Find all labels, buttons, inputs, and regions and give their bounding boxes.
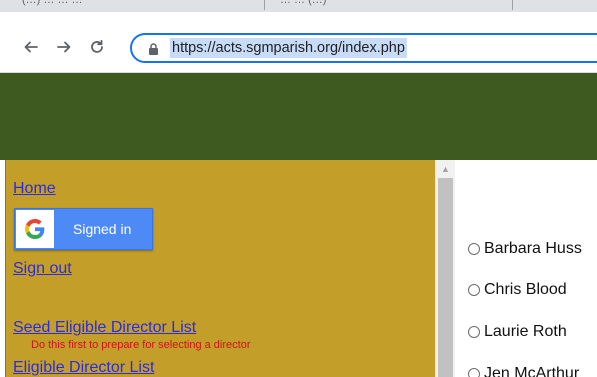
candidate-option[interactable]: Barbara Huss [468,239,582,259]
sign-out-link[interactable]: Sign out [13,260,72,278]
left-nav-panel: Home Signed in Sign out Seed Eligible Di… [5,160,456,377]
candidate-name: Chris Blood [484,281,567,298]
scroll-up-arrow-icon[interactable]: ▲ [436,160,455,177]
tab-separator [264,0,265,10]
forward-arrow-icon[interactable] [53,36,75,58]
candidate-option[interactable]: Chris Blood [468,280,567,300]
home-link[interactable]: Home [13,180,56,198]
tab-strip: (…) … … … … … (…) [0,0,597,12]
google-signin-button[interactable]: Signed in [14,208,153,250]
reload-icon[interactable] [86,36,108,58]
scrollbar-thumb[interactable] [438,178,453,377]
radio-button[interactable] [468,368,480,377]
candidate-name: Barbara Huss [484,240,582,257]
candidate-name: Laurie Roth [484,323,567,340]
address-bar[interactable]: https://acts.sgmparish.org/index.php [130,33,597,63]
back-arrow-icon[interactable] [20,36,42,58]
tab-second[interactable]: … … (…) [280,0,326,12]
eligible-director-list-link[interactable]: Eligible Director List [13,359,154,377]
url-text[interactable]: https://acts.sgmparish.org/index.php [170,38,407,58]
radio-button[interactable] [468,243,480,255]
google-g-icon [16,210,54,248]
seed-director-list-link[interactable]: Seed Eligible Director List [13,319,196,337]
google-signin-label: Signed in [73,221,132,237]
radio-button[interactable] [468,326,480,338]
lock-icon[interactable] [148,42,159,55]
radio-button[interactable] [468,284,480,296]
candidate-name: Jen McArthur [484,365,580,377]
seed-hint-text: Do this first to prepare for selecting a… [31,339,251,351]
browser-toolbar: https://acts.sgmparish.org/index.php [0,12,597,73]
tab-first[interactable]: (…) … … … [22,0,83,12]
left-panel-scrollbar[interactable]: ▲ [435,160,455,377]
candidate-option[interactable]: Jen McArthur [468,364,579,377]
tab-separator [512,0,513,10]
site-header-banner [0,73,597,160]
candidate-option[interactable]: Laurie Roth [468,322,567,342]
candidate-list-panel: Barbara Huss Chris Blood Laurie Roth Jen… [455,160,597,377]
